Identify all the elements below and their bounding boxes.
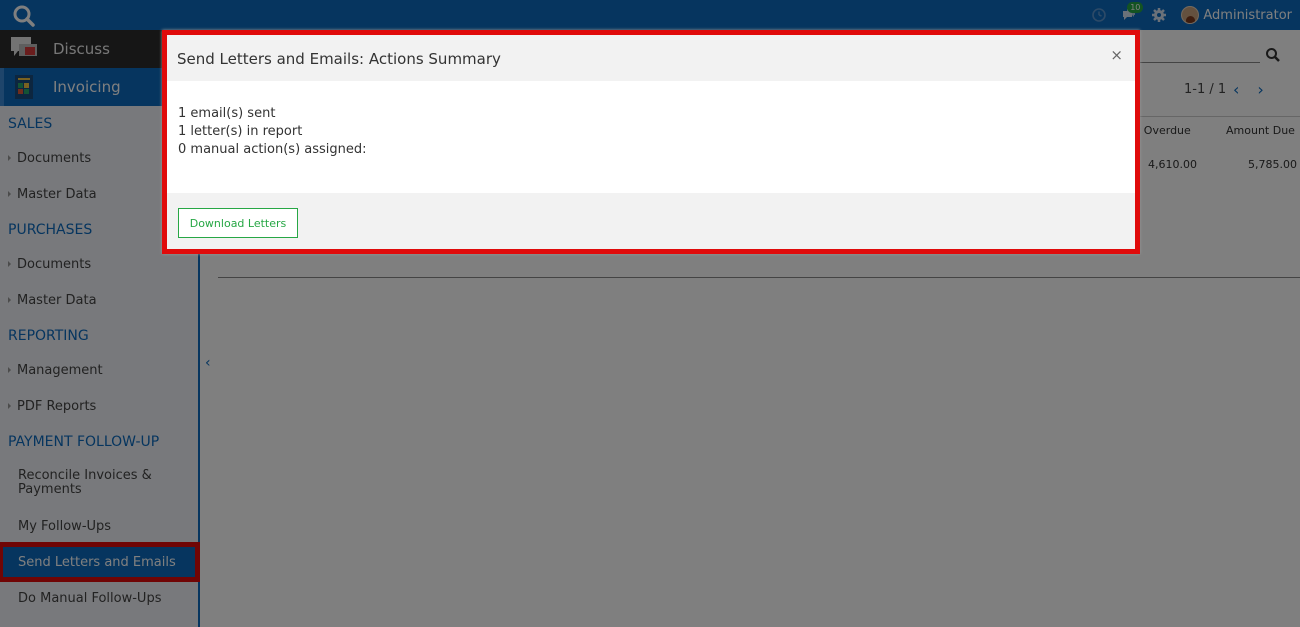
emails-sent-text: 1 email(s) sent (178, 106, 276, 121)
dialog-footer: Download Letters (167, 193, 1135, 249)
manual-actions-text: 0 manual action(s) assigned: (178, 142, 367, 157)
download-letters-button[interactable]: Download Letters (178, 208, 298, 238)
close-icon[interactable]: × (1110, 46, 1123, 64)
dialog-header: Send Letters and Emails: Actions Summary… (167, 35, 1135, 81)
dialog-body: 1 email(s) sent 1 letter(s) in report 0 … (178, 105, 367, 159)
actions-summary-dialog: Send Letters and Emails: Actions Summary… (162, 30, 1140, 254)
letters-in-report-text: 1 letter(s) in report (178, 124, 303, 139)
dialog-title: Send Letters and Emails: Actions Summary (177, 50, 501, 68)
